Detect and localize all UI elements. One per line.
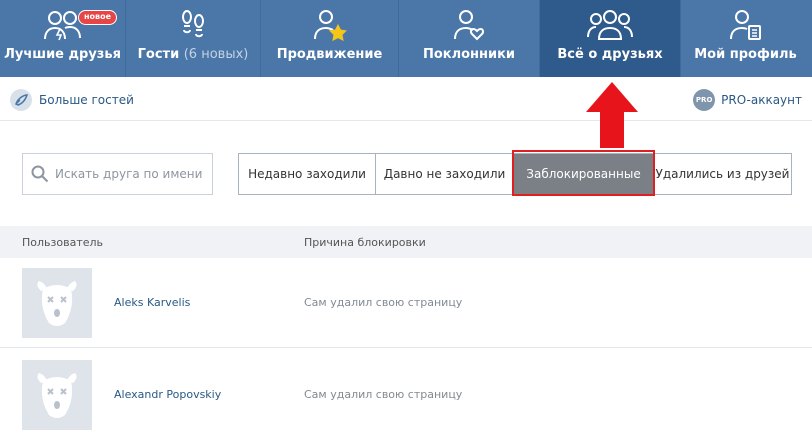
nav-label: Мой профиль [694, 47, 797, 62]
nav-label: Поклонники [422, 47, 516, 62]
search-icon [31, 165, 49, 183]
nav-label: Продвижение [276, 47, 383, 62]
column-user-header: Пользователь [22, 236, 104, 249]
filter-tabs: Недавно заходили Давно не заходили Забло… [238, 153, 792, 195]
user-name-link[interactable]: Aleks Karvelis [114, 296, 190, 309]
my-profile-icon [729, 8, 763, 42]
pro-account-label: PRO-аккаунт [721, 93, 802, 107]
deleted-user-avatar[interactable] [22, 268, 92, 338]
nav-guests-label: Гости [137, 47, 180, 62]
nav-label: Лучшие друзья [4, 47, 121, 62]
all-friends-icon [586, 8, 634, 42]
table-header: Пользователь Причина блокировки [0, 226, 812, 258]
tab-long-not-visited[interactable]: Давно не заходили [376, 154, 514, 194]
new-badge: новое [78, 10, 118, 25]
nav-promotion[interactable]: Продвижение [261, 0, 398, 77]
tab-recently-visited[interactable]: Недавно заходили [239, 154, 376, 194]
nav-label: Всё о друзьях [557, 47, 663, 62]
more-guests-label: Больше гостей [39, 93, 134, 107]
table-row: Alexandr Popovskiy Сам удалил свою стран… [0, 350, 812, 436]
deactivated-dog-icon [37, 373, 77, 418]
red-arrow-annotation [586, 82, 638, 148]
row-divider [0, 347, 812, 348]
block-reason: Сам удалил свою страницу [304, 296, 463, 309]
pro-badge-icon: PRO [693, 89, 716, 111]
deactivated-dog-icon [37, 281, 77, 326]
guests-footprints-icon [178, 8, 208, 42]
fans-heart-icon [453, 8, 485, 42]
nav-guests-count: (6 новых) [183, 47, 249, 62]
nav-best-friends[interactable]: новое Лучшие друзья [0, 0, 125, 77]
nav-fans[interactable]: Поклонники [399, 0, 539, 77]
deleted-user-avatar[interactable] [22, 360, 92, 430]
table-row: Aleks Karvelis Сам удалил свою страницу [0, 258, 812, 344]
search-input[interactable] [55, 167, 205, 181]
more-guests-link[interactable]: Больше гостей [10, 89, 134, 111]
friend-search[interactable] [22, 153, 213, 195]
block-reason: Сам удалил свою страницу [304, 388, 463, 401]
best-friends-icon [43, 8, 83, 42]
top-navigation: новое Лучшие друзья Гости (6 новых) Прод… [0, 0, 812, 77]
pro-account-link[interactable]: PRO PRO-аккаунт [693, 89, 802, 111]
nav-all-friends[interactable]: Всё о друзьях [540, 0, 680, 77]
promotion-star-icon [313, 8, 347, 42]
tab-blocked[interactable]: Заблокированные [514, 154, 654, 194]
nav-guests[interactable]: Гости (6 новых) [126, 0, 260, 77]
column-reason-header: Причина блокировки [304, 236, 426, 249]
nav-label: Гости (6 новых) [138, 47, 249, 62]
guests-promo-icon [10, 89, 32, 111]
user-name-link[interactable]: Alexandr Popovskiy [114, 388, 221, 401]
nav-my-profile[interactable]: Мой профиль [681, 0, 810, 77]
sub-bar: Больше гостей PRO PRO-аккаунт [0, 77, 812, 121]
tab-removed-from-friends[interactable]: Удалились из друзей [654, 154, 791, 194]
